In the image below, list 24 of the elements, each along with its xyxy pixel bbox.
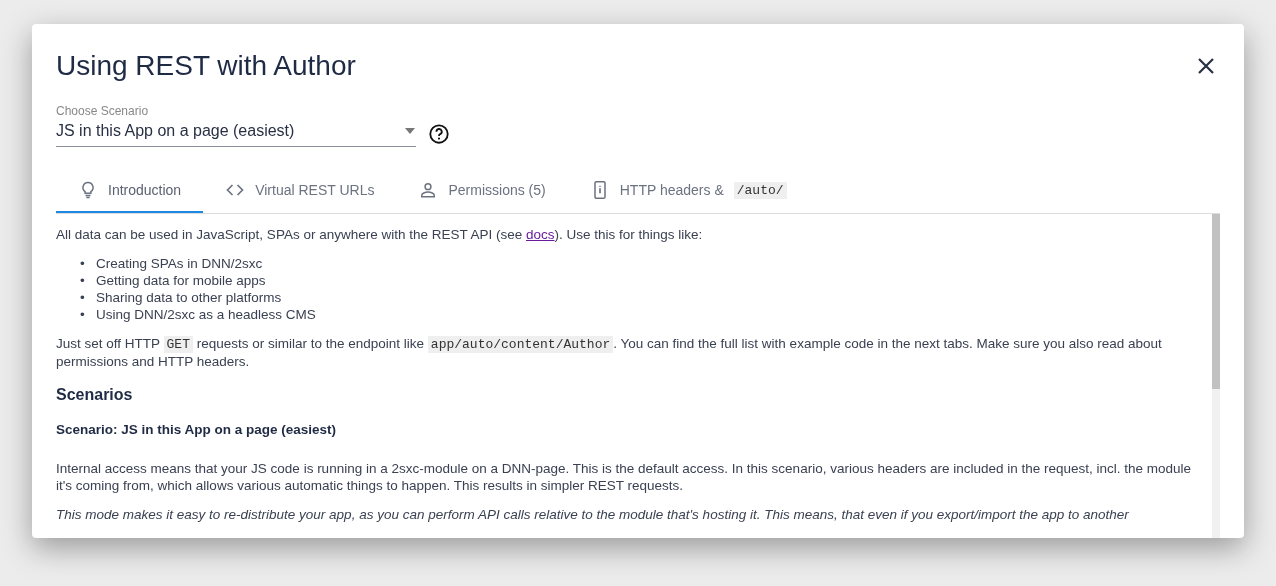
intro-paragraph: All data can be used in JavaScript, SPAs or anywhere with the REST API (see docs). Use this for things like: bbox=[56, 226, 704, 243]
tab[interactable]: Virtual REST URLs bbox=[203, 169, 397, 213]
description-paragraph: Internal access means that your JS code is running in a 2sxc-module on a DNN-page. This is the default access. In this scenario, various headers are included in the request, incl. the module it's coming from, which allows various automatic things to happen. This results in simpler REST requests. bbox=[56, 460, 1193, 494]
endpoint-paragraph: Just set off HTTP GET requests or similar to the endpoint like app/auto/content/Author . You can find the full list with example code in the next tabs. Make sure you also read about permissions and HTTP headers. bbox=[56, 335, 1163, 370]
bullet: • bbox=[80, 306, 86, 323]
tab[interactable]: HTTP headers & /auto/ bbox=[567, 169, 809, 213]
list-item: Sharing data to other platforms bbox=[96, 289, 282, 306]
help-icon[interactable] bbox=[428, 123, 450, 145]
bullet: • bbox=[80, 289, 86, 306]
caret-icon bbox=[404, 128, 416, 134]
tab[interactable]: Permissions (5) bbox=[396, 169, 568, 213]
section-heading: Scenarios bbox=[56, 386, 134, 403]
list-item: Using DNN/2sxc as a headless CMS bbox=[96, 306, 316, 323]
bullet: • bbox=[80, 255, 86, 272]
docs-link[interactable]: docs bbox=[526, 227, 555, 242]
scenario-dropdown[interactable]: Choose Scenario JS in this App on a page (easiest) bbox=[56, 104, 416, 147]
scrollbar[interactable] bbox=[1212, 214, 1220, 538]
list-item: Getting data for mobile apps bbox=[96, 272, 266, 289]
note-paragraph: This mode makes it easy to re-distribute your app, as you can perform API calls relative to the module that's hosting it. This means, that even if you export/import the app to another bbox=[56, 506, 1130, 523]
tab[interactable]: Introduction bbox=[56, 169, 204, 213]
list-item: Creating SPAs in DNN/2sxc bbox=[96, 255, 263, 272]
dialog-title: Using REST with Author bbox=[56, 50, 356, 82]
scenario-heading: Scenario: JS in this App on a page (easiest) bbox=[56, 421, 338, 438]
bullet: • bbox=[80, 272, 86, 289]
